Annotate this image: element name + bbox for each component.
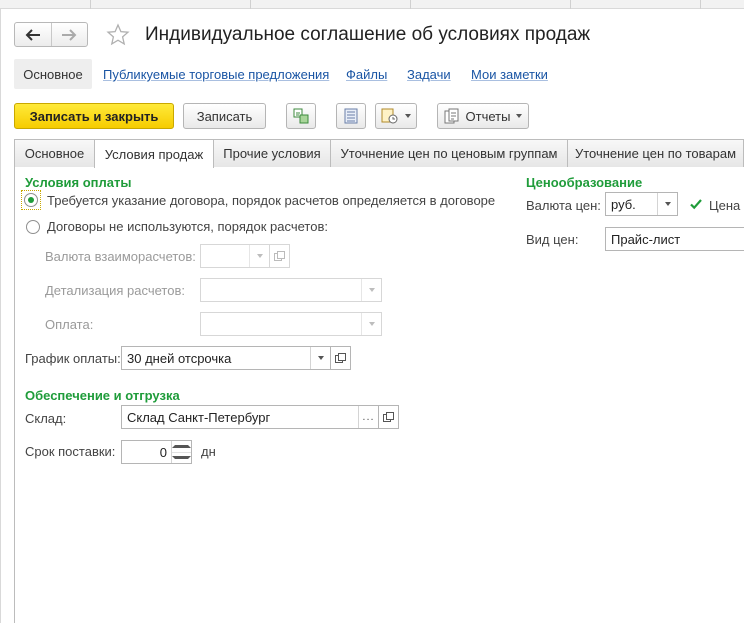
shipping-section-title: Обеспечение и отгрузка xyxy=(25,388,180,403)
stepper-up-button[interactable] xyxy=(172,441,191,452)
open-icon xyxy=(335,352,346,363)
window-left-border xyxy=(0,9,1,623)
schedule-dropdown[interactable] xyxy=(310,347,330,369)
tab-main[interactable]: Основное xyxy=(14,139,95,167)
settlement-currency-label: Валюта взаиморасчетов: xyxy=(45,249,196,264)
hierarchy-icon xyxy=(293,108,309,124)
price-includes-vat-checkbox[interactable] xyxy=(688,196,703,211)
warehouse-field[interactable]: Склад Санкт-Петербург ... xyxy=(121,405,379,429)
checkmark-icon xyxy=(689,198,702,209)
chevron-up-icon xyxy=(172,444,191,448)
settlement-detail-field[interactable] xyxy=(200,278,382,302)
pane-border xyxy=(14,167,15,623)
schedule-field[interactable]: 30 дней отсрочка xyxy=(121,346,331,370)
document-list-icon xyxy=(344,108,358,124)
page-title: Индивидуальное соглашение об условиях пр… xyxy=(145,24,591,45)
payment-label: Оплата: xyxy=(45,317,94,332)
radio-contract-required[interactable] xyxy=(24,193,38,207)
pricing-section-title: Ценообразование xyxy=(526,175,643,190)
arrow-left-icon xyxy=(25,28,40,41)
back-button[interactable] xyxy=(15,23,51,46)
create-based-on-button[interactable] xyxy=(375,103,417,129)
currency-field[interactable]: руб. xyxy=(605,192,678,216)
nav-link-my-notes[interactable]: Мои заметки xyxy=(471,67,548,82)
nav-link-tasks[interactable]: Задачи xyxy=(407,67,451,82)
lead-time-field[interactable]: 0 xyxy=(121,440,192,464)
chevron-down-icon xyxy=(368,322,375,326)
open-icon xyxy=(274,250,285,261)
list-button[interactable] xyxy=(336,103,366,129)
settlement-detail-dropdown[interactable] xyxy=(361,279,381,301)
nav-link-files[interactable]: Файлы xyxy=(346,67,387,82)
currency-dropdown[interactable] xyxy=(657,193,677,215)
open-icon xyxy=(383,411,394,422)
payment-field[interactable] xyxy=(200,312,382,336)
price-checkbox-label[interactable]: Цена xyxy=(709,198,740,213)
schedule-label: График оплаты: xyxy=(25,351,121,366)
chevron-down-icon xyxy=(368,288,375,292)
forward-button[interactable] xyxy=(50,23,88,46)
radio-no-contract[interactable] xyxy=(26,220,40,234)
tab-price-products[interactable]: Уточнение цен по товарам xyxy=(567,139,744,167)
tab-price-groups[interactable]: Уточнение цен по ценовым группам xyxy=(330,139,568,167)
radio-contract-required-label[interactable]: Требуется указание договора, порядок рас… xyxy=(47,193,495,208)
nav-link-published-offers[interactable]: Публикуемые торговые предложения xyxy=(103,67,329,82)
settlement-currency-open-button[interactable] xyxy=(270,244,290,268)
chevron-down-icon xyxy=(664,202,671,206)
reports-button[interactable]: Отчеты xyxy=(437,103,529,129)
chevron-down-icon xyxy=(405,114,411,118)
document-clock-icon xyxy=(381,108,398,124)
reports-icon xyxy=(444,108,459,124)
warehouse-open-button[interactable] xyxy=(379,405,399,429)
radio-selected-dot xyxy=(28,197,34,203)
save-and-close-button[interactable]: Записать и закрыть xyxy=(14,103,174,129)
payment-section-title: Условия оплаты xyxy=(25,175,132,190)
lead-time-stepper[interactable] xyxy=(171,441,191,463)
chevron-down-icon xyxy=(516,114,523,118)
settlement-detail-label: Детализация расчетов: xyxy=(45,283,185,298)
chevron-down-icon xyxy=(317,356,324,360)
star-icon xyxy=(106,23,130,46)
save-button[interactable]: Записать xyxy=(183,103,266,129)
warehouse-label: Склад: xyxy=(25,411,67,426)
price-type-field[interactable]: Прайс-лист xyxy=(605,227,744,251)
stepper-down-button[interactable] xyxy=(172,451,191,464)
nav-link-main[interactable]: Основное xyxy=(14,59,92,89)
arrow-right-icon xyxy=(62,28,77,41)
lead-time-value: 0 xyxy=(159,444,167,460)
schedule-open-button[interactable] xyxy=(331,346,351,370)
radio-no-contract-label[interactable]: Договоры не используются, порядок расчет… xyxy=(47,219,328,234)
payment-dropdown[interactable] xyxy=(361,313,381,335)
structure-button[interactable] xyxy=(286,103,316,129)
favorite-button[interactable] xyxy=(105,22,131,48)
radio-contract-required-wrapper xyxy=(21,190,41,210)
schedule-value: 30 дней отсрочка xyxy=(127,350,232,366)
lead-time-label: Срок поставки: xyxy=(25,444,116,459)
price-type-label: Вид цен: xyxy=(526,232,579,247)
chevron-down-icon xyxy=(172,456,191,460)
lead-time-unit: дн xyxy=(201,444,216,459)
settlement-currency-field[interactable] xyxy=(200,244,270,268)
tab-other-terms[interactable]: Прочие условия xyxy=(213,139,331,167)
window-top-strip xyxy=(0,0,744,9)
chevron-down-icon xyxy=(256,254,263,258)
history-nav xyxy=(14,22,88,47)
price-type-value: Прайс-лист xyxy=(611,231,681,247)
tab-sales-terms[interactable]: Условия продаж xyxy=(94,139,214,168)
currency-label: Валюта цен: xyxy=(526,198,601,213)
warehouse-select-button[interactable]: ... xyxy=(358,406,378,428)
settlement-currency-dropdown[interactable] xyxy=(249,245,269,267)
reports-label: Отчеты xyxy=(465,108,511,124)
warehouse-value: Склад Санкт-Петербург xyxy=(127,409,271,425)
currency-value: руб. xyxy=(611,196,636,212)
